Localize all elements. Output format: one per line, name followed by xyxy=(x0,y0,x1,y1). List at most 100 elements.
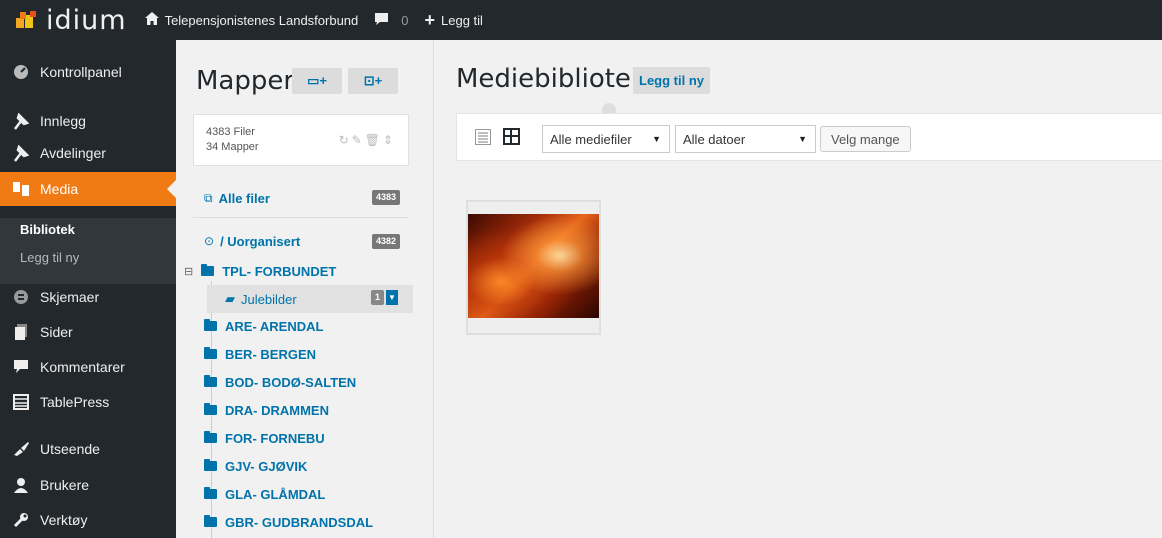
all-files-row[interactable]: ⧉ Alle filer 4383 xyxy=(193,178,409,218)
folder-stats: 4383 Filer 34 Mapper ↻✎🗑⇕ xyxy=(193,114,409,166)
menu-item-media[interactable]: Media xyxy=(0,172,176,206)
folder-label: FOR- FORNEBU xyxy=(225,430,325,446)
page-icon xyxy=(12,323,30,341)
list-view-icon[interactable] xyxy=(475,129,491,145)
media-library-main: Mediebibliotek Legg til ny Alle mediefil… xyxy=(434,40,1162,538)
dropdown-arrow-icon: ▼ xyxy=(798,134,807,144)
tree-row[interactable]: BOD- BODØ-SALTEN xyxy=(204,370,356,394)
submenu-add-new[interactable]: Legg til ny xyxy=(20,250,79,265)
collapse-icon[interactable]: ⊟ xyxy=(184,265,193,278)
tree-row[interactable]: ⊟ TPL- FORBUNDET xyxy=(184,259,336,283)
folder-actions[interactable]: ↻✎🗑⇕ xyxy=(339,133,396,147)
dashboard-icon xyxy=(12,63,30,81)
unorganized-label: / Uorganisert xyxy=(220,233,301,249)
refresh-icon[interactable]: ↻ xyxy=(339,133,352,147)
sort-icon[interactable]: ⇕ xyxy=(383,133,396,147)
folder-label: BER- BERGEN xyxy=(225,346,317,362)
admin-menu: Kontrollpanel Innlegg Avdelinger Media S… xyxy=(0,40,176,538)
menu-item-posts[interactable]: Innlegg xyxy=(0,104,176,138)
media-attachment[interactable] xyxy=(466,200,601,335)
menu-item-pages[interactable]: Sider xyxy=(0,315,176,349)
folder-count: 1 xyxy=(371,290,385,305)
files-count: 4383 Filer xyxy=(206,126,255,138)
media-toolbar: Alle mediefiler ▼ Alle datoer ▼ Velg man… xyxy=(456,113,1162,161)
site-name: Telepensjonistenes Landsforbund xyxy=(164,12,359,28)
tree-row-selected[interactable]: ▰ Julebilder xyxy=(225,287,297,311)
tree-row[interactable]: GLA- GLÅMDAL xyxy=(204,482,325,506)
trash-icon[interactable]: 🗑 xyxy=(365,133,383,147)
user-icon xyxy=(12,476,30,494)
circle-dot-icon: ⊙ xyxy=(204,234,215,248)
chevron-down-icon[interactable]: ▼ xyxy=(386,290,398,305)
media-icon xyxy=(12,180,30,198)
menu-item-comments[interactable]: Kommentarer xyxy=(0,350,176,384)
add-subfolder-button[interactable]: ⊡+ xyxy=(348,68,398,94)
media-type-value: Alle mediefiler xyxy=(550,131,632,147)
menu-item-tools[interactable]: Verktøy xyxy=(0,503,176,537)
folder-tree-icon: ⊡+ xyxy=(363,73,383,88)
submenu-library[interactable]: Bibliotek xyxy=(20,222,75,237)
files-icon: ⧉ xyxy=(204,190,213,205)
forms-icon xyxy=(12,288,30,306)
all-files-label: Alle filer xyxy=(218,190,270,206)
menu-label: Innlegg xyxy=(40,113,86,129)
folder-label: BOD- BODØ-SALTEN xyxy=(225,374,357,390)
unorganized-row[interactable]: ⊙ / Uorganisert xyxy=(204,229,300,253)
pin-icon xyxy=(12,112,30,130)
add-new-button[interactable]: Legg til ny xyxy=(633,67,710,94)
wrench-icon xyxy=(12,511,30,529)
tree-row[interactable]: DRA- DRAMMEN xyxy=(204,398,329,422)
bulk-select-button[interactable]: Velg mange xyxy=(820,126,911,152)
folder-icon xyxy=(204,459,217,471)
site-home-link[interactable]: Telepensjonistenes Landsforbund xyxy=(144,12,359,28)
menu-label: Kommentarer xyxy=(40,359,125,375)
pencil-icon[interactable]: ✎ xyxy=(352,133,365,147)
folder-open-icon: ▭+ xyxy=(307,73,327,88)
table-icon xyxy=(12,393,30,411)
page-title: Mediebibliotek xyxy=(456,64,646,94)
folders-title: Mapper xyxy=(196,66,295,96)
folder-icon xyxy=(204,403,217,415)
media-type-filter[interactable]: Alle mediefiler ▼ xyxy=(542,125,670,153)
tree-row[interactable]: ARE- ARENDAL xyxy=(204,314,323,338)
menu-item-departments[interactable]: Avdelinger xyxy=(0,136,176,170)
date-filter[interactable]: Alle datoer ▼ xyxy=(675,125,816,153)
new-content-link[interactable]: + Legg til xyxy=(425,10,483,31)
menu-label: Media xyxy=(40,181,79,197)
folder-icon xyxy=(204,515,217,527)
home-icon xyxy=(144,12,159,28)
comments-link[interactable]: 0 xyxy=(374,12,409,29)
pin-icon xyxy=(12,144,30,162)
menu-item-forms[interactable]: Skjemaer xyxy=(0,280,176,314)
logo-icon xyxy=(16,11,36,28)
folder-icon xyxy=(204,347,217,359)
folder-label: TPL- FORBUNDET xyxy=(222,263,337,279)
attachment-thumbnail xyxy=(468,214,599,318)
all-files-count: 4383 xyxy=(372,190,401,205)
media-submenu: Bibliotek Legg til ny xyxy=(0,218,176,284)
logo-text: idium xyxy=(46,4,127,36)
menu-item-tablepress[interactable]: TablePress xyxy=(0,385,176,419)
folder-icon xyxy=(201,264,215,276)
comment-icon xyxy=(374,12,389,29)
site-logo[interactable]: idium xyxy=(0,7,127,34)
comment-icon xyxy=(12,358,30,376)
dropdown-arrow-icon: ▼ xyxy=(652,134,661,144)
comments-count: 0 xyxy=(401,12,409,28)
folder-icon xyxy=(204,487,217,499)
menu-label: Skjemaer xyxy=(40,289,100,305)
menu-item-users[interactable]: Brukere xyxy=(0,468,176,502)
folder-label: ARE- ARENDAL xyxy=(225,318,324,334)
menu-item-appearance[interactable]: Utseende xyxy=(0,432,176,466)
menu-label: TablePress xyxy=(40,394,110,410)
add-folder-button[interactable]: ▭+ xyxy=(292,68,342,94)
tree-row[interactable]: GJV- GJØVIK xyxy=(204,454,307,478)
folders-count: 34 Mapper xyxy=(206,141,259,153)
folder-open-icon: ▰ xyxy=(225,291,235,306)
menu-item-dashboard[interactable]: Kontrollpanel xyxy=(0,55,176,89)
tree-row[interactable]: FOR- FORNEBU xyxy=(204,426,325,450)
tree-row[interactable]: BER- BERGEN xyxy=(204,342,316,366)
folder-label: Julebilder xyxy=(241,291,297,307)
tree-row[interactable]: GBR- GUDBRANDSDAL xyxy=(204,510,373,534)
grid-view-icon[interactable] xyxy=(503,128,520,145)
